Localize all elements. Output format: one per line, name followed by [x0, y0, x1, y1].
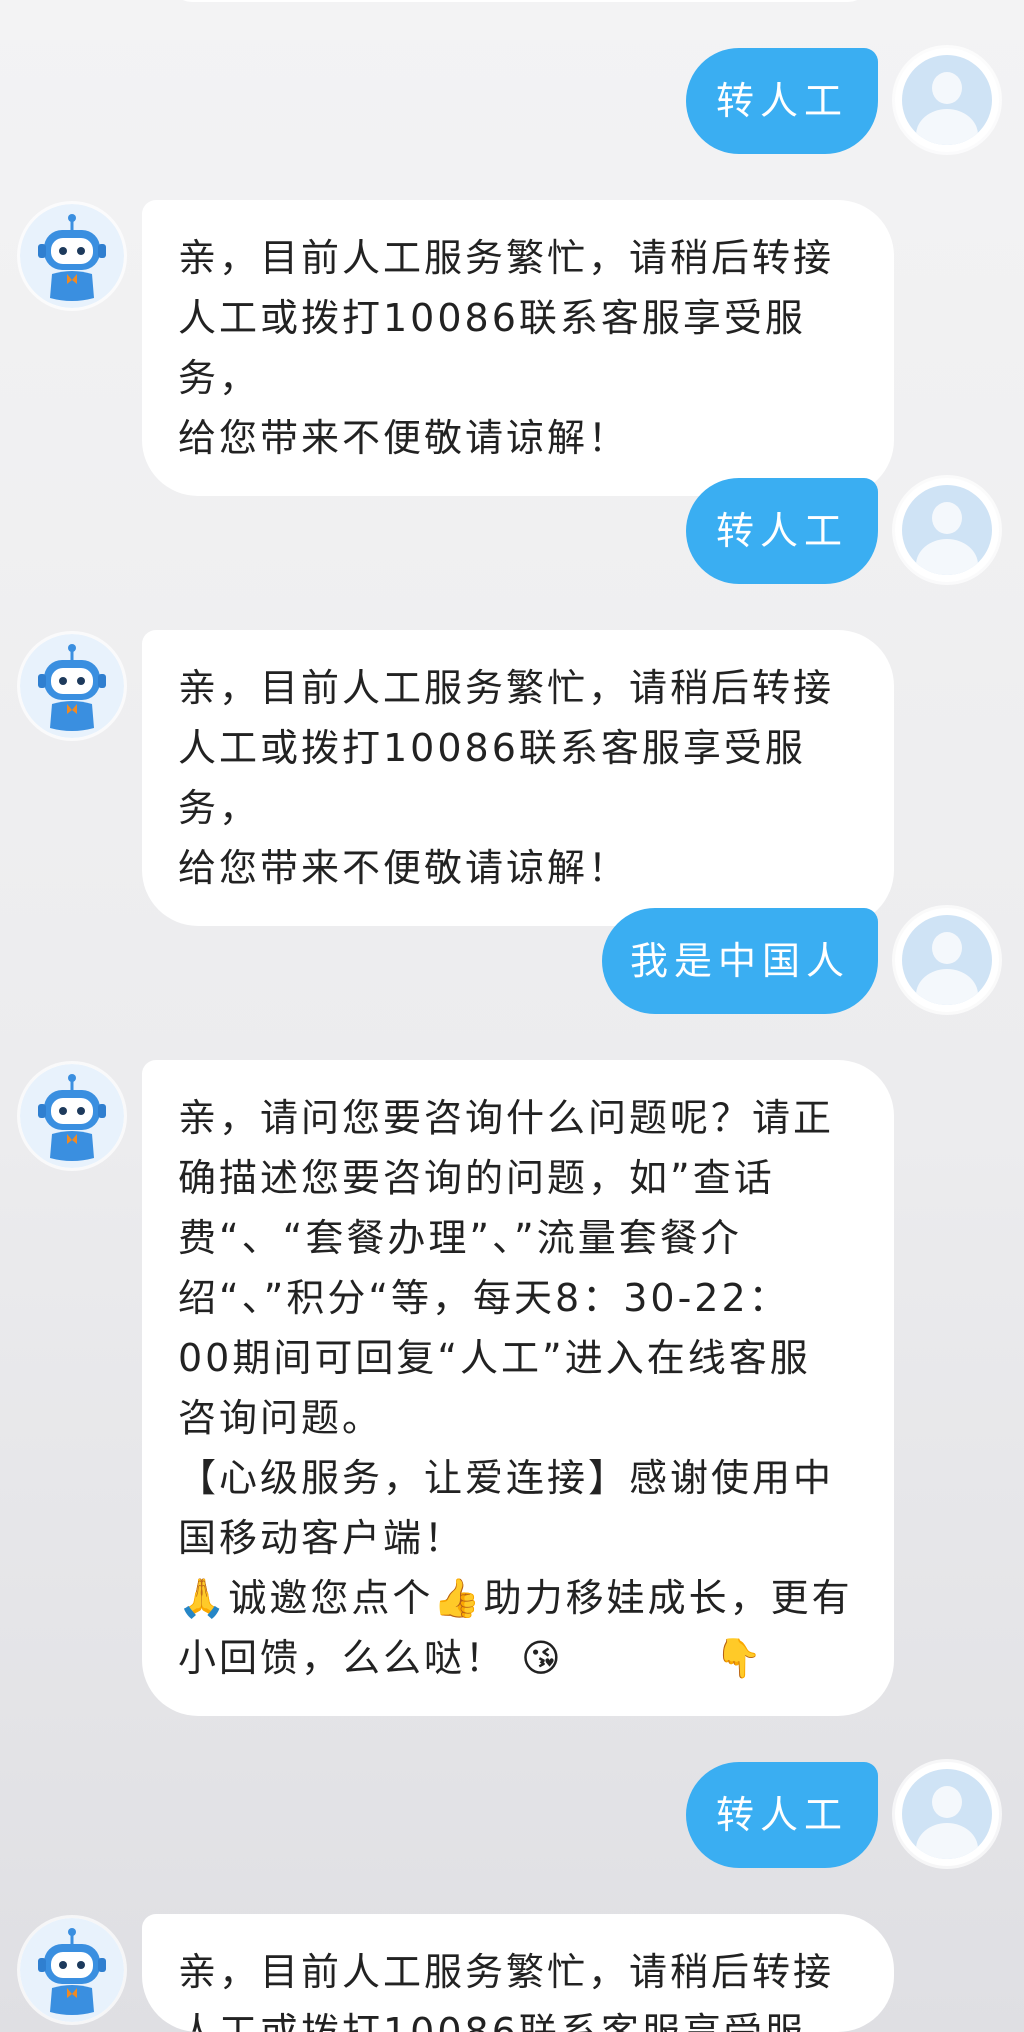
user-avatar-icon[interactable]: [895, 1762, 999, 1866]
user-message-bubble[interactable]: 转人工: [686, 48, 878, 154]
bot-message-bubble[interactable]: 亲，目前人工服务繁忙，请稍后转接 人工或拨打10086联系客服享受服务，: [142, 1914, 894, 2032]
previous-message-edge: [170, 0, 870, 2]
message-line: 咨询问题。: [178, 1396, 384, 1440]
message-line: 亲，目前人工服务繁忙，请稍后转接: [178, 1950, 835, 1994]
message-line: 给您带来不便敬请谅解！: [178, 846, 630, 890]
user-avatar-icon[interactable]: [895, 48, 999, 152]
message-line: 绍“、”积分“等，每天8：30-22：: [178, 1276, 790, 1320]
message-line: 亲，目前人工服务繁忙，请稍后转接: [178, 236, 835, 280]
message-line: 人工或拨打10086联系客服享受服务，: [178, 2010, 806, 2032]
message-line: 00期间可回复“人工”进入在线客服: [178, 1336, 811, 1380]
robot-avatar-icon[interactable]: [20, 1064, 124, 1168]
user-message-bubble[interactable]: 转人工: [686, 478, 878, 584]
user-message-bubble[interactable]: 我是中国人: [602, 908, 878, 1014]
message-line: 小回馈，么么哒！ 😘 👇: [178, 1636, 765, 1680]
bot-message-bubble[interactable]: 亲，目前人工服务繁忙，请稍后转接 人工或拨打10086联系客服享受服务， 给您带…: [142, 630, 894, 926]
user-avatar-icon[interactable]: [895, 908, 999, 1012]
message-line: 给您带来不便敬请谅解！: [178, 416, 630, 460]
bot-message-bubble[interactable]: 亲，目前人工服务繁忙，请稍后转接 人工或拨打10086联系客服享受服务， 给您带…: [142, 200, 894, 496]
message-line: 人工或拨打10086联系客服享受服务，: [178, 726, 806, 830]
message-line: 国移动客户端！: [178, 1516, 466, 1560]
message-line: 亲，请问您要咨询什么问题呢？请正: [178, 1096, 835, 1140]
message-line: 人工或拨打10086联系客服享受服务，: [178, 296, 806, 400]
message-line: 费“、“套餐办理”、”流量套餐介: [178, 1216, 742, 1260]
robot-avatar-icon[interactable]: [20, 634, 124, 738]
bot-message-bubble[interactable]: 亲，请问您要咨询什么问题呢？请正 确描述您要咨询的问题，如”查话 费“、“套餐办…: [142, 1060, 894, 1716]
message-line: 亲，目前人工服务繁忙，请稍后转接: [178, 666, 835, 710]
robot-avatar-icon[interactable]: [20, 204, 124, 308]
user-avatar-icon[interactable]: [895, 478, 999, 582]
user-message-bubble[interactable]: 转人工: [686, 1762, 878, 1868]
message-line: 【心级服务，让爱连接】感谢使用中: [178, 1456, 835, 1500]
robot-avatar-icon[interactable]: [20, 1918, 124, 2022]
message-line: 确描述您要咨询的问题，如”查话: [178, 1156, 775, 1200]
message-line: 🙏诚邀您点个👍助力移娃成长，更有: [178, 1576, 853, 1620]
